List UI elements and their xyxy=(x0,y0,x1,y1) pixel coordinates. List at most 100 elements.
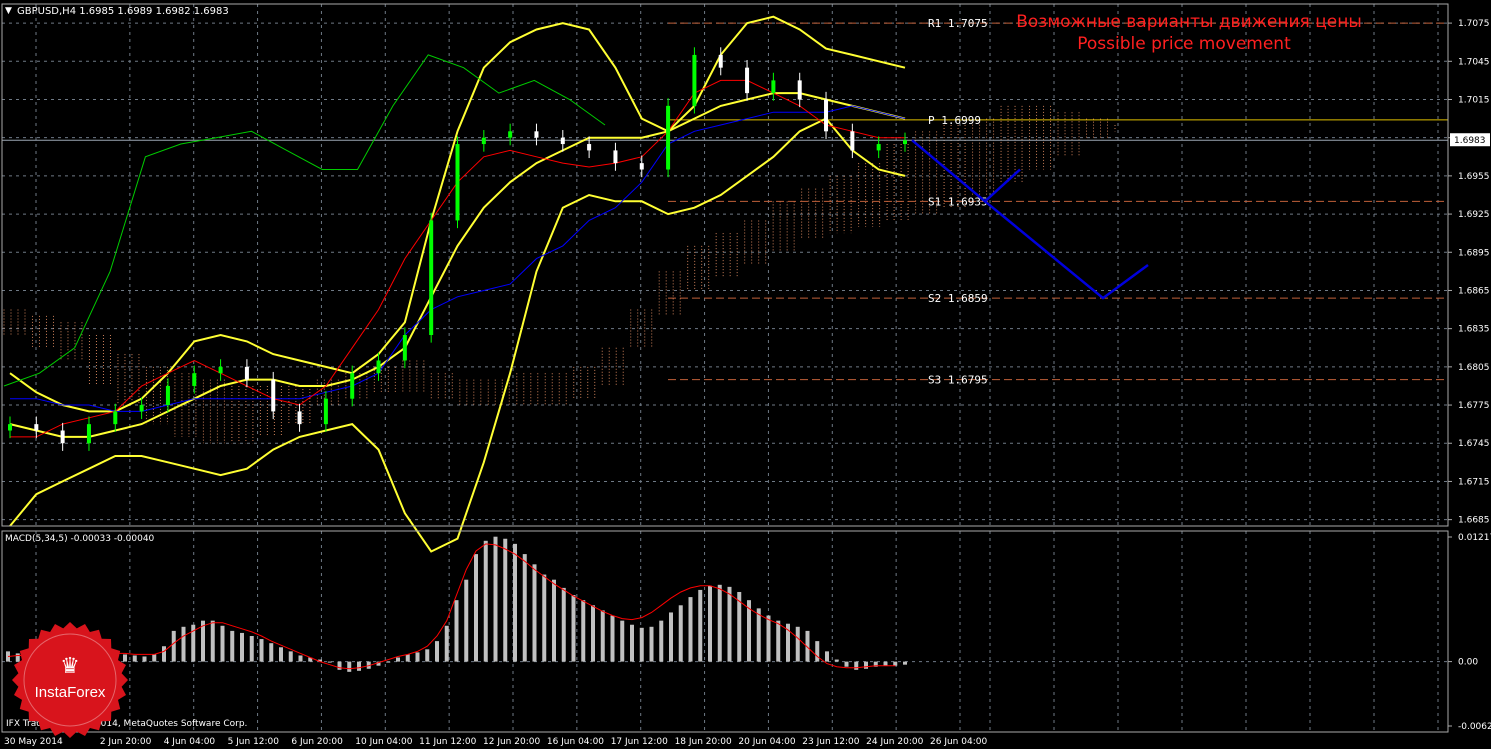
macd-bar xyxy=(230,630,235,662)
macd-bar xyxy=(405,654,410,662)
macd-tick-label: 0.01217 xyxy=(1458,533,1491,543)
macd-panel-frame xyxy=(1,530,1449,733)
pivot-label: S2 1.6859 xyxy=(928,292,988,305)
macd-bar xyxy=(454,600,459,662)
macd-bar xyxy=(883,661,888,666)
time-tick-label: 24 Jun 20:00 xyxy=(866,737,923,747)
time-tick-label: 5 Jun 12:00 xyxy=(228,737,280,747)
time-tick-label: 30 May 2014 xyxy=(4,737,63,747)
time-tick-label: 12 Jun 20:00 xyxy=(483,737,540,747)
price-tick-label: 1.6745 xyxy=(1458,439,1490,449)
candle-body xyxy=(692,54,697,106)
logo-emblem-icon: ♛ xyxy=(60,654,80,679)
macd-bar xyxy=(659,620,664,662)
time-tick-label: 18 Jun 20:00 xyxy=(675,737,732,747)
macd-bar xyxy=(493,536,498,662)
forecast-path-1 xyxy=(911,139,1021,203)
chart-canvas: R1 1.7075P 1.6999S1 1.6935S2 1.6859S3 1.… xyxy=(1,3,1491,747)
price-tick-label: 1.6925 xyxy=(1458,210,1490,220)
macd-bar xyxy=(327,661,332,663)
macd-tick-label: 0.00 xyxy=(1458,658,1478,668)
candle-body xyxy=(60,430,65,444)
macd-bar xyxy=(396,657,400,662)
candle-body xyxy=(718,54,723,68)
candle-body xyxy=(402,335,407,361)
macd-bar xyxy=(600,610,605,662)
candle-body xyxy=(34,424,39,431)
macd-bar xyxy=(503,538,508,662)
macd-bar xyxy=(249,636,254,662)
time-tick-label: 10 Jun 04:00 xyxy=(355,737,412,747)
price-tick-label: 1.7045 xyxy=(1458,57,1490,67)
forecast-path xyxy=(911,139,1149,300)
macd-signal-line xyxy=(7,543,896,670)
candle-body xyxy=(297,411,302,425)
macd-bar xyxy=(288,651,293,662)
macd-bar xyxy=(776,620,781,662)
ichimoku-cloud xyxy=(3,105,1116,444)
pivot-label: P 1.6999 xyxy=(928,114,981,127)
macd-bar xyxy=(210,620,215,662)
macd-bar xyxy=(269,643,274,662)
macd-bar xyxy=(727,586,732,662)
candle-body xyxy=(666,105,671,170)
macd-bar xyxy=(532,564,537,662)
time-tick-label: 16 Jun 04:00 xyxy=(547,737,604,747)
candle-body xyxy=(376,360,381,374)
macd-bar xyxy=(708,585,712,662)
chikou-line xyxy=(3,54,606,387)
macd-bar xyxy=(259,639,264,662)
price-tick-label: 1.6865 xyxy=(1458,286,1490,296)
price-tick-label: 1.6775 xyxy=(1458,401,1490,411)
candle-body xyxy=(639,163,644,170)
candle-body xyxy=(455,144,460,221)
time-tick-label: 6 Jun 20:00 xyxy=(291,737,343,747)
time-tick-label: 2 Jun 20:00 xyxy=(100,737,152,747)
time-tick-label: 23 Jun 12:00 xyxy=(802,737,859,747)
macd-bar xyxy=(513,543,517,662)
candle-body xyxy=(876,144,881,151)
candle-body xyxy=(850,131,855,151)
macd-bar xyxy=(630,624,634,662)
macd-bar xyxy=(415,652,420,662)
macd-bar xyxy=(639,627,644,662)
candle-body xyxy=(481,137,486,145)
macd-bar xyxy=(825,651,829,662)
macd-bar xyxy=(142,656,147,662)
macd-bar xyxy=(171,630,176,662)
candle-body xyxy=(244,366,249,380)
pivot-label: R1 1.7075 xyxy=(928,17,988,30)
macd-bar xyxy=(522,554,527,662)
indicator-lines xyxy=(3,15,906,553)
candle-body xyxy=(771,80,776,94)
candle-body xyxy=(350,373,355,399)
logo-text: InstaForex xyxy=(35,684,106,701)
main-panel-frame xyxy=(1,3,1449,527)
candle-body xyxy=(613,150,618,164)
current-price-label: 1.6983 xyxy=(1454,136,1486,146)
macd-bar xyxy=(464,579,469,662)
macd-bar xyxy=(649,626,654,662)
title-ru: Возможные варианты движения цены xyxy=(1016,12,1362,32)
title-en: Possible price movement xyxy=(1077,34,1291,54)
forecast-path-2 xyxy=(984,200,1149,300)
time-tick-label: 26 Jun 04:00 xyxy=(930,737,987,747)
macd-bar xyxy=(698,589,703,662)
macd-bar xyxy=(337,661,342,670)
logo-seal-icon xyxy=(12,622,128,738)
macd-bar xyxy=(220,625,225,662)
macd-bar xyxy=(669,612,673,662)
macd-bar xyxy=(162,646,166,662)
macd-bar xyxy=(552,579,556,662)
macd-bar xyxy=(717,584,722,662)
candle-body xyxy=(797,80,802,100)
macd-bar xyxy=(834,659,839,662)
candle-body xyxy=(587,144,592,151)
price-tick-label: 1.7075 xyxy=(1458,19,1490,29)
macd-bar xyxy=(561,587,566,662)
symbol-info: GBPUSD,H4 1.6985 1.6989 1.6982 1.6983 xyxy=(17,6,229,17)
macd-bar xyxy=(678,605,683,662)
chart-dropdown-icon[interactable]: ▼ xyxy=(5,6,12,16)
macd-bar xyxy=(298,655,303,662)
price-tick-label: 1.6895 xyxy=(1458,248,1490,258)
